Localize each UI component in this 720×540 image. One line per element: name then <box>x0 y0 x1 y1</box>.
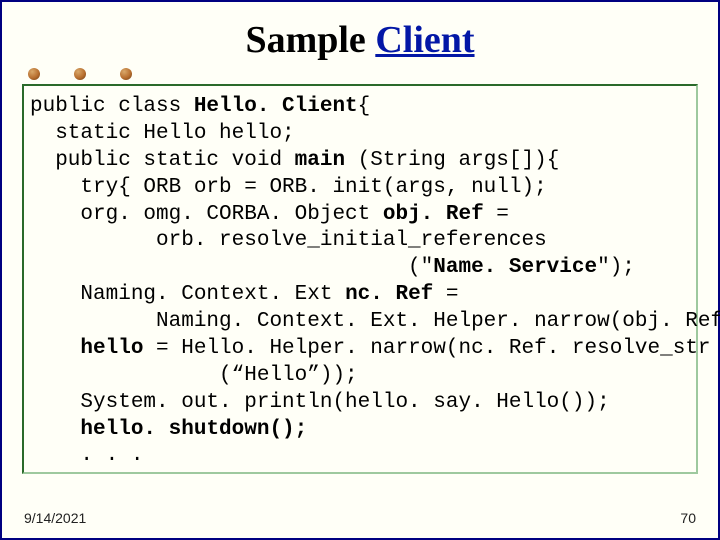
code-text: (" <box>30 256 433 279</box>
code-box: public class Hello. Client{ static Hello… <box>22 84 698 474</box>
code-text: try{ ORB orb = ORB. init(args, null); <box>30 176 547 199</box>
bullet-icon <box>28 68 40 80</box>
bullet-row <box>28 68 698 82</box>
code-text <box>30 337 80 360</box>
footer-date: 9/14/2021 <box>24 510 86 526</box>
code-text: obj. Ref <box>383 203 484 226</box>
code-text: orb. resolve_initial_references <box>30 229 547 252</box>
code-text: Name. Service <box>433 256 597 279</box>
code-text: nc. Ref <box>345 283 433 306</box>
code-text: { <box>358 95 371 118</box>
code-text: hello <box>80 337 143 360</box>
code-text: System. out. println(hello. say. Hello()… <box>30 391 610 414</box>
code-text: public class <box>30 95 194 118</box>
slide: Sample Client public class Hello. Client… <box>0 0 720 540</box>
code-text: "); <box>597 256 635 279</box>
code-text: = <box>433 283 471 306</box>
code-text: = <box>484 203 509 226</box>
code-text <box>30 418 80 441</box>
code-text: = Hello. Helper. narrow(nc. Ref. resolve… <box>143 337 710 360</box>
code-text: (String args[]){ <box>345 149 559 172</box>
code-text: main <box>295 149 345 172</box>
code-text: (“Hello”)); <box>30 364 358 387</box>
code-text: Hello. Client <box>194 95 358 118</box>
title-word-client: Client <box>375 19 474 61</box>
bullet-icon <box>120 68 132 80</box>
code-text: Naming. Context. Ext <box>30 283 345 306</box>
bullet-icon <box>74 68 86 80</box>
title-word-sample: Sample <box>245 19 375 61</box>
code-text: public static void <box>30 149 295 172</box>
code-text: hello. shutdown(); <box>80 418 307 441</box>
code-block: public class Hello. Client{ static Hello… <box>30 94 688 470</box>
code-text: org. omg. CORBA. Object <box>30 203 383 226</box>
footer-page: 70 <box>680 510 696 526</box>
slide-title: Sample Client <box>22 18 698 62</box>
code-text: . . . <box>30 444 143 467</box>
code-text: Naming. Context. Ext. Helper. narrow(obj… <box>30 310 720 333</box>
code-text: static Hello hello; <box>30 122 295 145</box>
footer: 9/14/2021 70 <box>24 510 696 526</box>
